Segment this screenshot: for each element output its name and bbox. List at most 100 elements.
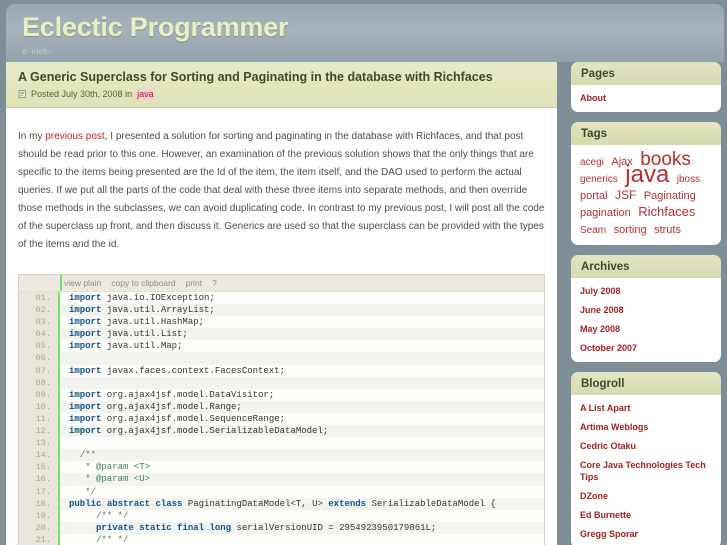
widget-pages: Pages About xyxy=(571,62,721,112)
code-line-number: 06. xyxy=(19,352,60,365)
tag-link-seam[interactable]: Seam xyxy=(580,225,606,236)
code-line: 11. import org.ajax4jsf.model.SequenceRan… xyxy=(19,412,544,426)
widget-blogroll: Blogroll A List Apart Artima Weblogs Cedric… xyxy=(571,372,721,545)
code-line: 06. xyxy=(19,352,544,365)
code-line-content xyxy=(60,376,544,389)
code-line-content: import org.ajax4jsf.model.Range; xyxy=(60,400,544,413)
code-line: 05. import java.util.Map; xyxy=(19,340,544,353)
tag-link-acegi[interactable]: acegi xyxy=(580,157,604,168)
tag-link-jsf[interactable]: JSF xyxy=(615,188,636,202)
tag-link-jboss[interactable]: jboss xyxy=(677,174,700,185)
code-line-content: /** */ xyxy=(96,510,129,521)
code-line-number: 16. xyxy=(19,473,60,486)
code-line: 03. import java.util.HashMap; xyxy=(19,316,544,329)
code-line-number: 20. xyxy=(19,521,60,534)
code-toolbar[interactable]: view plain copy to clipboard print? xyxy=(19,275,544,292)
code-line-number: 09. xyxy=(19,388,60,401)
link-may-2008[interactable]: May 2008 xyxy=(580,323,712,335)
code-line-number: 02. xyxy=(19,304,60,317)
widget-body: A List Apart Artima Weblogs Cedric Otaku Co… xyxy=(571,395,721,545)
code-line-number: 12. xyxy=(19,425,60,438)
main-content: A Generic Superclass for Sorting and Pag… xyxy=(6,62,557,545)
code-line-content: import java.io.IOException; xyxy=(69,293,215,303)
code-line-content xyxy=(60,352,544,365)
code-line-number: 03. xyxy=(19,316,60,329)
code-line-number: 05. xyxy=(19,340,60,353)
code-line: 08. xyxy=(19,376,544,389)
tag-cloud: acegi Ajax books generics java jboss por… xyxy=(580,150,712,237)
code-line: 12. import org.ajax4jsf.model.Serializabl… xyxy=(19,425,544,438)
link-october-2007[interactable]: October 2007 xyxy=(580,342,712,354)
code-line-content: import java.util.ArrayList; xyxy=(60,304,544,317)
widget-title: Blogroll xyxy=(571,372,721,395)
tag-link-portal[interactable]: portal xyxy=(580,190,608,202)
code-line-number: 04. xyxy=(19,328,60,341)
code-line-number: 14. xyxy=(19,449,60,462)
code-line-number: 01. xyxy=(19,292,60,305)
code-line-content: import java.util.Map; xyxy=(69,341,183,352)
code-line: 17. */ xyxy=(19,485,544,498)
code-line-content: /** */ xyxy=(96,534,129,545)
code-line-number: 17. xyxy=(19,485,60,498)
code-toolbar-view-plain[interactable]: view plain xyxy=(64,278,101,288)
code-line-content: import org.ajax4jsf.model.SequenceRange; xyxy=(69,413,286,424)
widget-body: July 2008 June 2008 May 2008 October 2007 xyxy=(571,278,721,362)
code-line-content: import org.ajax4jsf.model.SerializableDa… xyxy=(60,425,544,438)
site-title[interactable]: Eclectic Programmer xyxy=(22,12,724,42)
widget-body: About xyxy=(571,85,721,112)
link-cedric-otaku[interactable]: Cedric Otaku xyxy=(580,440,712,452)
post-title[interactable]: A Generic Superclass for Sorting and Pag… xyxy=(18,70,545,85)
code-line: 10. import org.ajax4jsf.model.Range; xyxy=(19,400,544,413)
tag-link-struts[interactable]: struts xyxy=(654,224,681,236)
link-gregg-sporar[interactable]: Gregg Sporar xyxy=(580,528,712,540)
code-line-content: import org.ajax4jsf.model.DataVisitor; xyxy=(69,389,275,400)
code-line: 07. import javax.faces.context.FacesConte… xyxy=(19,364,544,377)
post-header: A Generic Superclass for Sorting and Pag… xyxy=(6,62,557,108)
code-line: 14. /** xyxy=(19,449,544,462)
code-line-number: 08. xyxy=(19,376,60,389)
widget-title: Archives xyxy=(571,255,721,278)
code-line-number: 11. xyxy=(19,412,60,426)
code-toolbar-print[interactable]: print xyxy=(186,278,203,288)
tag-link-paginating[interactable]: Paginating xyxy=(644,190,696,202)
link-a-list-apart[interactable]: A List Apart xyxy=(580,402,712,414)
link-ed-burnette[interactable]: Ed Burnette xyxy=(580,509,712,521)
widget-archives: Archives July 2008 June 2008 May 2008 Octobe… xyxy=(571,255,721,362)
link-dzone[interactable]: DZone xyxy=(580,490,712,502)
post-category-link[interactable]: java xyxy=(136,88,155,100)
link-june-2008[interactable]: June 2008 xyxy=(580,304,712,316)
widget-title: Tags xyxy=(571,122,721,145)
post-icon xyxy=(18,89,27,99)
code-line-content xyxy=(60,437,544,449)
tag-link-richfaces[interactable]: Richfaces xyxy=(638,204,695,219)
code-toolbar-copy-to-clipboard[interactable]: copy to clipboard xyxy=(111,278,175,288)
code-line: 02. import java.util.ArrayList; xyxy=(19,304,544,317)
code-line-number: 19. xyxy=(19,509,60,522)
link-artima-weblogs[interactable]: Artima Weblogs xyxy=(580,421,712,433)
code-line: 16. * @param <U> xyxy=(19,473,544,486)
previous-post-link[interactable]: previous post xyxy=(45,131,104,142)
code-line: 19. /** */ xyxy=(19,509,544,522)
code-toolbar-[interactable]: ? xyxy=(212,278,217,288)
code-line-content: /** xyxy=(60,449,544,462)
link-july-2008[interactable]: July 2008 xyxy=(580,285,712,297)
code-line: 15. * @param <T> xyxy=(19,461,544,474)
code-line: 09. import org.ajax4jsf.model.DataVisitor… xyxy=(19,388,544,401)
post-body: In my previous post, I presented a solut… xyxy=(6,108,557,268)
sidebar: Pages About Tags acegi Ajax books generics … xyxy=(571,62,721,545)
code-line-number: 18. xyxy=(19,497,60,510)
code-line: 20. private static final long serialVers… xyxy=(19,521,544,534)
tag-link-pagination[interactable]: pagination xyxy=(580,207,631,219)
link-about[interactable]: About xyxy=(580,92,712,104)
code-line-content: * @param <U> xyxy=(60,473,544,486)
code-line-content: */ xyxy=(85,486,97,497)
tag-link-java[interactable]: java xyxy=(625,161,669,188)
code-line-content: import javax.faces.context.FacesContext; xyxy=(69,365,286,376)
tag-link-generics[interactable]: generics xyxy=(580,174,618,185)
widget-title: Pages xyxy=(571,62,721,85)
link-core-java-technologies-tech-tips[interactable]: Core Java Technologies Tech Tips xyxy=(580,459,712,483)
tag-link-sorting[interactable]: sorting xyxy=(614,224,647,236)
post-meta: Posted July 30th, 2008 in java xyxy=(18,88,545,100)
widget-body: acegi Ajax books generics java jboss por… xyxy=(571,145,721,245)
site-tagline-line1: e-'klek- xyxy=(22,46,51,56)
